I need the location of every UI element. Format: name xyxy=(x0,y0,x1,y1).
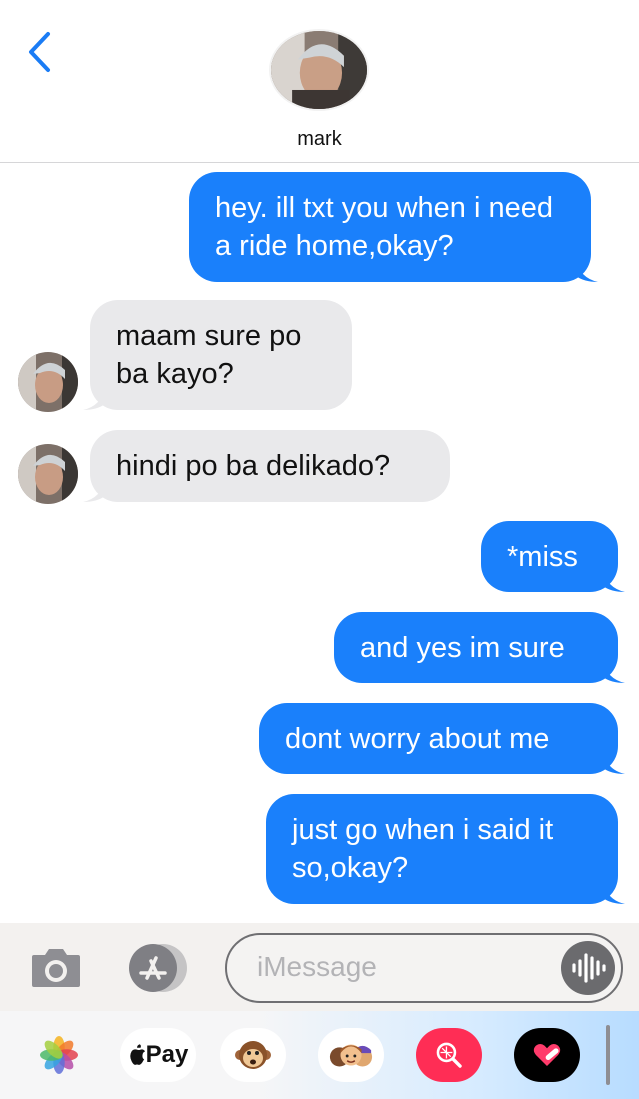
audio-waveform-icon xyxy=(572,953,606,983)
bubble-tail xyxy=(603,661,625,683)
message-text: hey. ill txt you when i need xyxy=(215,192,553,224)
memoji-icon xyxy=(329,1044,373,1067)
bubble-tail xyxy=(603,570,625,592)
bubble-tail xyxy=(576,260,598,282)
image-search-icon xyxy=(436,1042,462,1068)
message-text: maam sure po xyxy=(116,320,302,352)
app-store-button[interactable] xyxy=(125,942,191,994)
digital-touch-button[interactable] xyxy=(514,1028,580,1082)
image-search-button[interactable] xyxy=(416,1028,482,1082)
camera-button[interactable] xyxy=(30,945,82,989)
message-input-bar: iMessage xyxy=(0,923,639,1011)
avatar-photo xyxy=(18,444,78,504)
message-text: so,okay? xyxy=(292,852,409,884)
contact-avatar-small xyxy=(18,352,78,412)
digital-touch-icon xyxy=(533,1043,561,1067)
message-text: *miss xyxy=(507,540,578,573)
sent-message[interactable]: hey. ill txt you when i need a ride home… xyxy=(189,172,598,282)
contact-avatar[interactable] xyxy=(269,29,369,111)
message-text: dont worry about me xyxy=(285,722,550,755)
animoji-button[interactable] xyxy=(220,1028,286,1082)
sent-message[interactable]: *miss xyxy=(481,521,625,592)
message-text: hindi po ba delikado? xyxy=(116,450,391,482)
apple-pay-button[interactable]: Pay xyxy=(120,1028,196,1082)
back-button[interactable] xyxy=(22,28,56,76)
sent-message[interactable]: dont worry about me xyxy=(259,703,625,774)
monkey-animoji-icon xyxy=(235,1041,271,1069)
contact-name[interactable]: mark xyxy=(0,128,639,151)
message-text: and yes im sure xyxy=(360,631,565,664)
received-message[interactable]: maam sure po ba kayo? xyxy=(83,300,352,410)
photos-app-button[interactable] xyxy=(30,1028,88,1082)
message-text: ba kayo? xyxy=(116,358,234,390)
bubble-tail xyxy=(603,752,625,774)
avatar-photo xyxy=(271,31,367,109)
bubble-tail xyxy=(83,388,105,410)
app-store-icon xyxy=(129,944,187,992)
message-text: just go when i said it xyxy=(292,814,554,846)
message-text: a ride home,okay? xyxy=(215,230,454,262)
camera-icon xyxy=(32,949,80,987)
sent-message[interactable]: and yes im sure xyxy=(334,612,625,683)
conversation-header: mark xyxy=(0,0,639,163)
audio-message-button[interactable] xyxy=(561,941,615,995)
avatar-photo xyxy=(18,352,78,412)
app-drawer: Pay xyxy=(0,1011,639,1099)
bubble-tail xyxy=(603,882,625,904)
sent-message[interactable]: just go when i said it so,okay? xyxy=(266,794,625,904)
bubble-tail xyxy=(83,480,105,502)
imessage-placeholder: iMessage xyxy=(257,951,377,982)
memoji-button[interactable] xyxy=(318,1028,384,1082)
contact-avatar-small xyxy=(18,444,78,504)
received-message[interactable]: hindi po ba delikado? xyxy=(83,430,450,502)
apple-logo-icon xyxy=(129,1044,145,1065)
chevron-left-icon xyxy=(29,32,50,72)
imessage-input[interactable]: iMessage xyxy=(225,933,623,1003)
photos-icon xyxy=(40,1036,78,1074)
drawer-scroll-indicator xyxy=(606,1025,610,1085)
apple-pay-label: Pay xyxy=(145,1041,189,1068)
